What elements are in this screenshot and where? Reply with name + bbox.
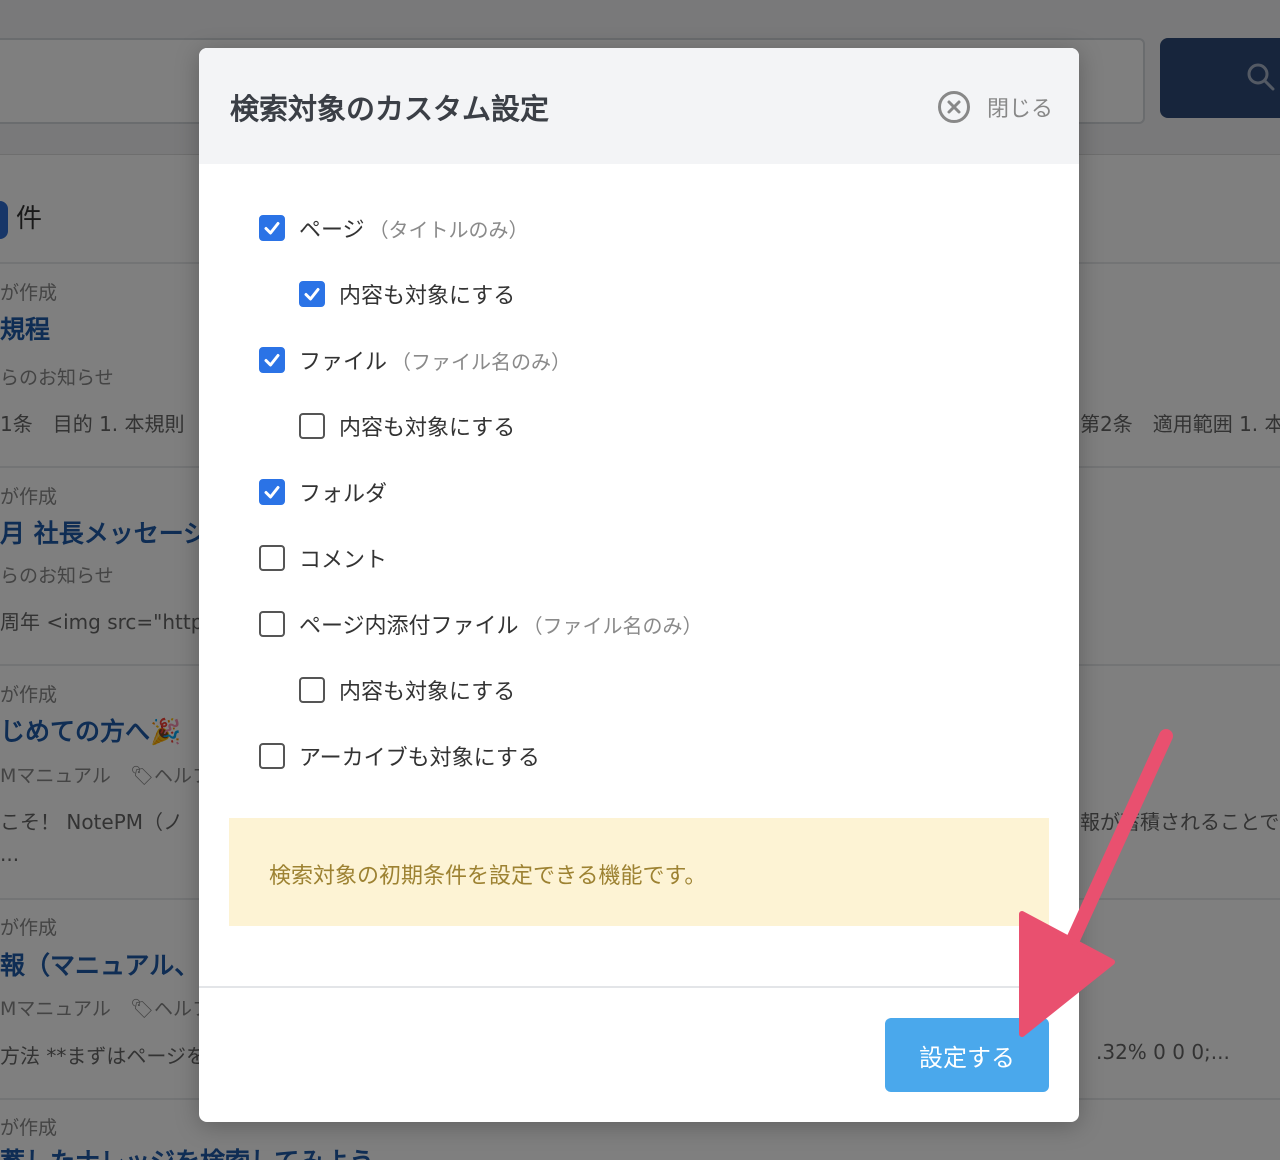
checkbox[interactable] [259,215,285,241]
modal-header: 検索対象のカスタム設定 閉じる [199,48,1079,164]
option-label: ファイル [299,350,388,375]
option-label: 内容も対象にする [339,284,516,309]
close-button[interactable]: 閉じる [937,90,1053,124]
option-page-attachment[interactable]: ページ内添付ファイル （ファイル名のみ） [259,608,703,640]
custom-search-modal: 検索対象のカスタム設定 閉じる ページ （タイトルのみ） 内容も対象にする ファ… [199,48,1079,1122]
option-attachment-content[interactable]: 内容も対象にする [299,674,515,706]
close-label: 閉じる [987,97,1054,122]
modal-title: 検索対象のカスタム設定 [230,92,550,126]
submit-button[interactable]: 設定する [885,1018,1049,1092]
option-label: 内容も対象にする [339,680,516,705]
checkbox[interactable] [259,611,285,637]
option-archive[interactable]: アーカイブも対象にする [259,740,540,772]
checkmark-icon [304,288,320,301]
option-label: コメント [299,548,388,573]
checkbox[interactable] [259,479,285,505]
checkmark-icon [264,354,280,367]
info-text: 検索対象の初期条件を設定できる機能です。 [269,864,707,889]
option-label: ページ [299,218,365,243]
option-note: （ファイル名のみ） [522,613,703,638]
option-label: ページ内添付ファイル [299,614,519,639]
checkmark-icon [264,222,280,235]
option-page-content[interactable]: 内容も対象にする [299,278,515,310]
footer-divider [199,986,1079,988]
option-folder[interactable]: フォルダ [259,476,387,508]
checkbox[interactable] [299,677,325,703]
checkbox[interactable] [259,347,285,373]
option-label: フォルダ [299,482,388,507]
option-label: 内容も対象にする [339,416,516,441]
option-label: アーカイブも対象にする [299,746,540,771]
info-box: 検索対象の初期条件を設定できる機能です。 [229,818,1049,926]
close-circle-icon [938,91,970,123]
option-page[interactable]: ページ （タイトルのみ） [259,212,529,244]
option-note: （タイトルのみ） [368,217,529,242]
checkbox[interactable] [259,545,285,571]
option-comment[interactable]: コメント [259,542,387,574]
option-file-content[interactable]: 内容も対象にする [299,410,515,442]
option-file[interactable]: ファイル （ファイル名のみ） [259,344,571,376]
checkbox[interactable] [299,413,325,439]
checkmark-icon [264,486,280,499]
option-note: （ファイル名のみ） [391,349,572,374]
checkbox[interactable] [299,281,325,307]
checkbox[interactable] [259,743,285,769]
